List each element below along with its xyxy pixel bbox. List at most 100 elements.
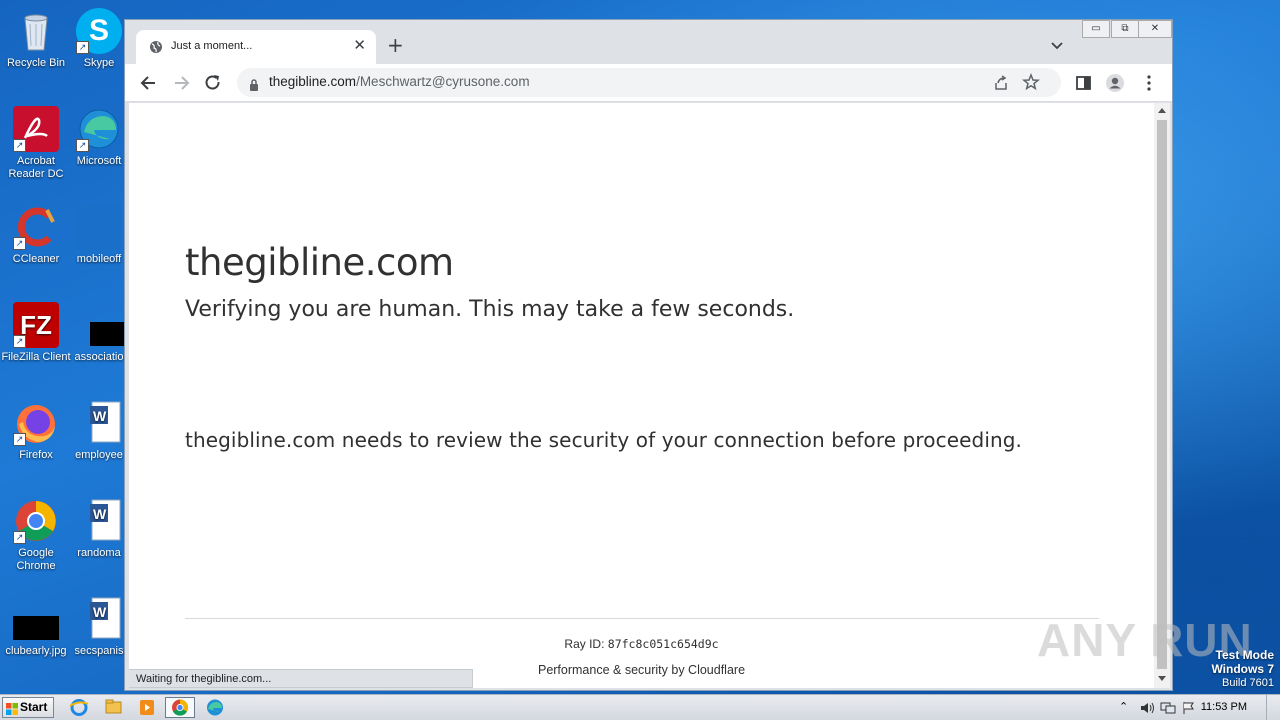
file-icon (76, 204, 122, 250)
desktop-icon-secspanis[interactable]: W secspanis (73, 596, 125, 658)
scroll-up-arrow-icon[interactable] (1158, 108, 1166, 113)
browser-window: Just a moment... ✕ + ▭ ⧉ ✕ thegibline.co… (124, 19, 1173, 691)
desktop-icon-label: CCleaner (12, 253, 60, 265)
word-document-icon: W (76, 596, 122, 642)
page-content: thegibline.com Verifying you are human. … (129, 103, 1154, 688)
tab-search-chevron-icon[interactable] (1050, 36, 1064, 50)
windows-version-label: Windows 7 (1211, 662, 1274, 676)
firefox-icon: ↗ (13, 400, 59, 446)
system-tray: ⌃ 11:53 PM (1105, 695, 1280, 720)
ccleaner-icon: ↗ (13, 204, 59, 250)
desktop-icon-employee[interactable]: W employee (73, 400, 125, 462)
start-button[interactable]: Start (2, 697, 54, 718)
desktop-icon-label: associatio (74, 351, 124, 363)
tab-active[interactable]: Just a moment... ✕ (136, 30, 376, 64)
globe-icon (149, 40, 163, 54)
share-icon[interactable] (993, 75, 1009, 91)
review-text: thegibline.com needs to review the secur… (185, 428, 1023, 452)
status-bar: Waiting for thegibline.com... (129, 669, 473, 688)
menu-kebab-icon[interactable] (1139, 73, 1159, 93)
desktop-icon-filezilla[interactable]: FZ ↗ FileZilla Client (0, 302, 72, 364)
new-tab-button[interactable]: + (387, 33, 404, 57)
lock-icon[interactable] (249, 76, 259, 91)
svg-text:W: W (93, 506, 107, 522)
taskbar-chrome-icon[interactable] (165, 697, 195, 718)
desktop-icon-clubearly[interactable]: clubearly.jpg (0, 596, 72, 658)
desktop-icon-label: randoma (77, 547, 121, 559)
desktop-icon-firefox[interactable]: ↗ Firefox (0, 400, 72, 462)
desktop-icon-label: Firefox (19, 449, 53, 461)
volume-icon[interactable] (1139, 700, 1155, 719)
window-close-button[interactable]: ✕ (1138, 20, 1172, 38)
word-document-icon: W (76, 400, 122, 446)
reload-icon[interactable] (203, 73, 223, 93)
desktop-icon-label: FileZilla Client (1, 351, 71, 363)
test-mode-notice: Test Mode Windows 7 Build 7601 (1211, 648, 1274, 690)
recycle-bin-icon (13, 8, 59, 54)
forward-arrow-icon[interactable] (171, 73, 191, 93)
filezilla-icon: FZ ↗ (13, 302, 59, 348)
network-icon[interactable] (1160, 700, 1176, 719)
browser-toolbar: thegibline.com/Meschwartz@cyrusone.com (125, 64, 1172, 102)
desktop-icon-ccleaner[interactable]: ↗ CCleaner (0, 204, 72, 266)
back-arrow-icon[interactable] (139, 73, 159, 93)
side-panel-icon[interactable] (1074, 73, 1094, 93)
taskbar-clock[interactable]: 11:53 PM (1201, 701, 1247, 713)
taskbar-media-player-icon[interactable] (132, 697, 162, 718)
taskbar-ie-icon[interactable] (64, 697, 94, 718)
desktop-icon-edge[interactable]: ↗ Microsoft (73, 106, 125, 168)
desktop-icon-label: Google Chrome (16, 547, 56, 572)
image-file-icon (13, 596, 59, 642)
action-center-flag-icon[interactable] (1182, 700, 1196, 719)
tab-close-icon[interactable]: ✕ (353, 36, 366, 54)
taskbar: Start ⌃ 11:53 PM (0, 694, 1280, 720)
footer-divider (185, 618, 1099, 619)
test-mode-label: Test Mode (1215, 648, 1274, 662)
vertical-scrollbar[interactable] (1154, 103, 1170, 688)
minimize-button[interactable]: ▭ (1082, 20, 1110, 38)
desktop-icon-randoma[interactable]: W randoma (73, 498, 125, 560)
desktop-icon-chrome[interactable]: ↗ Google Chrome (0, 498, 72, 573)
desktop-icon-mobileoff[interactable]: mobileoff (73, 204, 125, 266)
show-desktop-button[interactable] (1266, 695, 1280, 720)
desktop-icon-label: secspanis (74, 645, 124, 657)
taskbar-edge-icon[interactable] (200, 697, 230, 718)
word-document-icon: W (76, 498, 122, 544)
desktop-icon-label: clubearly.jpg (5, 645, 67, 657)
taskbar-explorer-icon[interactable] (98, 697, 128, 718)
ray-id-value: 87fc8c051c654d9c (607, 637, 719, 651)
url-path: /Meschwartz@cyrusone.com (356, 74, 530, 89)
desktop-icon-recycle-bin[interactable]: Recycle Bin (0, 8, 72, 70)
ray-id-label: Ray ID: (564, 637, 605, 651)
chrome-icon: ↗ (13, 498, 59, 544)
desktop-icon-label: Skype (83, 57, 115, 69)
desktop-icon-label: Acrobat Reader DC (8, 155, 64, 180)
desktop-icon-acrobat[interactable]: ↗ Acrobat Reader DC (0, 106, 72, 181)
file-icon (76, 302, 125, 348)
desktop-icon-label: employee (75, 449, 123, 461)
acrobat-icon: ↗ (13, 106, 59, 152)
scrollbar-thumb[interactable] (1157, 120, 1167, 669)
bookmark-star-icon[interactable] (1022, 72, 1040, 91)
edge-icon: ↗ (76, 106, 122, 152)
svg-text:W: W (93, 604, 107, 620)
desktop-icon-label: Recycle Bin (6, 57, 66, 69)
windows-flag-icon (6, 702, 18, 715)
show-hidden-icons-icon[interactable]: ⌃ (1119, 700, 1128, 713)
svg-text:W: W (93, 408, 107, 424)
tab-title: Just a moment... (171, 40, 253, 52)
site-heading: thegibline.com (185, 241, 454, 284)
skype-icon: S ↗ (76, 8, 122, 54)
address-bar[interactable]: thegibline.com/Meschwartz@cyrusone.com (237, 68, 1061, 97)
restore-button[interactable]: ⧉ (1111, 20, 1139, 38)
url-host: thegibline.com (269, 74, 357, 89)
verify-text: Verifying you are human. This may take a… (185, 297, 795, 322)
scroll-down-arrow-icon[interactable] (1158, 676, 1166, 681)
desktop-icon-skype[interactable]: S ↗ Skype (73, 8, 125, 70)
desktop-icon-label: Microsoft (76, 155, 122, 167)
tab-strip: Just a moment... ✕ + ▭ ⧉ ✕ (125, 20, 1172, 64)
url-text[interactable]: thegibline.com/Meschwartz@cyrusone.com (269, 74, 530, 89)
profile-avatar-icon[interactable] (1105, 73, 1125, 93)
desktop-icon-associatio[interactable]: associatio (73, 302, 125, 364)
ray-id-line: Ray ID: 87fc8c051c654d9c (129, 637, 1154, 651)
